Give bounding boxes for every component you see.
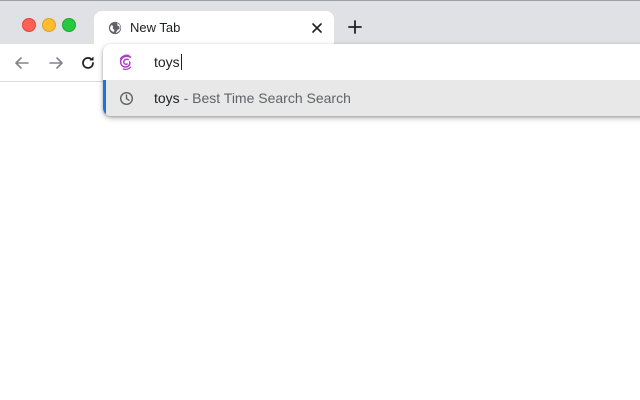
history-clock-icon (119, 91, 134, 106)
selected-accent-bar (103, 80, 106, 116)
close-tab-icon[interactable] (310, 21, 324, 35)
minimize-window-button[interactable] (42, 18, 56, 32)
browser-window: New Tab toys toys - Best Time Search Sea… (0, 0, 640, 400)
suggestion-description: Best Time Search Search (192, 90, 351, 106)
fullscreen-window-button[interactable] (62, 18, 76, 32)
tab-new-tab[interactable]: New Tab (94, 11, 334, 45)
suggestion-text: toys - Best Time Search Search (154, 89, 351, 107)
search-engine-swirl-icon (119, 54, 132, 70)
text-caret (180, 54, 182, 70)
reload-icon[interactable] (78, 53, 98, 73)
omnibox[interactable]: toys (103, 44, 640, 80)
close-window-button[interactable] (22, 18, 36, 32)
omnibox-input-text: toys (154, 54, 180, 70)
back-arrow-icon[interactable] (12, 53, 32, 73)
suggestion-query: toys (154, 90, 180, 106)
suggestion-separator: - (179, 90, 193, 106)
omnibox-input[interactable]: toys (154, 52, 182, 72)
globe-icon (108, 21, 122, 35)
forward-arrow-icon[interactable] (46, 53, 66, 73)
omnibox-dropdown: toys toys - Best Time Search Search (103, 44, 640, 116)
tab-title: New Tab (130, 20, 181, 35)
tab-strip: New Tab (0, 0, 640, 45)
new-tab-plus-icon[interactable] (346, 18, 364, 36)
omnibox-suggestion[interactable]: toys - Best Time Search Search (103, 80, 640, 116)
